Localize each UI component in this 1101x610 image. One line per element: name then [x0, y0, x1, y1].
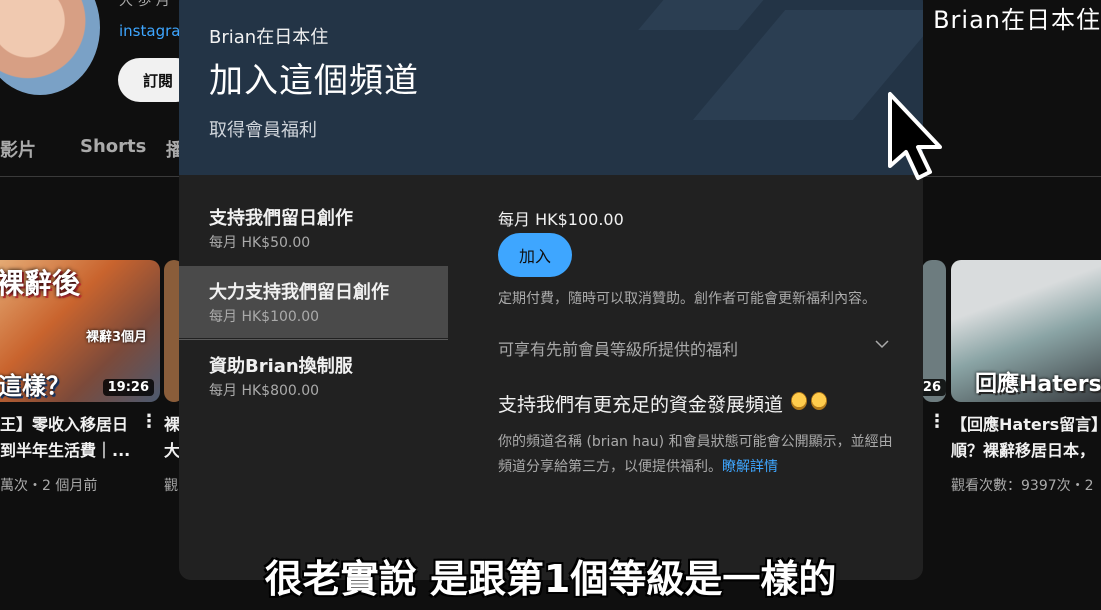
- video-duration: 26: [922, 379, 946, 396]
- emoji-icon: [791, 392, 807, 410]
- video-meta: 觀: [164, 478, 178, 494]
- billing-fine-print: 定期付費，隨時可以取消贊助。創作者可能會更新福利內容。: [498, 291, 876, 307]
- video-title-line2[interactable]: 順？裸辭移居日本，: [951, 438, 1095, 464]
- thumbnail-tag: 裸辭3個月: [86, 330, 148, 345]
- video-thumbnail[interactable]: 裸辭後 裸辭3個月 這樣？ 19:26: [0, 260, 160, 402]
- dialog-channel-name: Brian在日本住: [209, 27, 329, 48]
- video-meta: 觀看次數：9397次・2: [951, 478, 1094, 494]
- tier-price: 每月 HK$100.00: [209, 309, 320, 325]
- more-options-icon[interactable]: ⋮: [928, 411, 946, 432]
- video-thumbnail[interactable]: 26: [922, 260, 946, 402]
- thumbnail-question: 這樣？: [0, 372, 70, 400]
- chevron-down-icon: [875, 340, 889, 349]
- channel-handle: 大 歩 月: [119, 0, 170, 9]
- join-channel-dialog: Brian在日本住 加入這個頻道 取得會員福利 支持我們留日創作 每月 HK$5…: [179, 0, 923, 580]
- overlay-channel-name: Brian在日本住: [933, 6, 1101, 34]
- instagram-link[interactable]: instagra: [119, 22, 180, 40]
- thumbnail-text: 回應Haters: [975, 372, 1101, 397]
- tier-name: 大力支持我們留日創作: [209, 282, 389, 303]
- emoji-icon: [811, 392, 827, 410]
- video-title-line2[interactable]: 大: [164, 438, 180, 464]
- perk-description: 支持我們有更充足的資金發展頻道: [498, 394, 784, 416]
- tier-option-uniform[interactable]: 資助Brian換制服 每月 HK$800.00: [179, 340, 448, 412]
- tier-option-support[interactable]: 支持我們留日創作 每月 HK$50.00: [179, 192, 448, 264]
- selected-tier-price: 每月 HK$100.00: [498, 210, 624, 229]
- mouse-cursor-icon: [888, 92, 942, 180]
- channel-avatar[interactable]: [0, 0, 100, 95]
- tier-option-strong-support[interactable]: 大力支持我們留日創作 每月 HK$100.00: [179, 266, 448, 338]
- dialog-header: Brian在日本住 加入這個頻道 取得會員福利: [179, 0, 923, 175]
- perks-label: 可享有先前會員等級所提供的福利: [498, 340, 739, 359]
- dialog-title: 加入這個頻道: [209, 61, 419, 101]
- privacy-notice: 你的頻道名稱 (brian hau) 和會員狀態可能會公開顯示，並經由頻道分享給…: [498, 430, 898, 480]
- more-options-icon[interactable]: ⋮: [140, 411, 158, 432]
- video-duration: 19:26: [102, 379, 154, 396]
- video-meta: 萬次・2 個月前: [0, 478, 98, 494]
- thumbnail-text: 裸辭後: [0, 267, 81, 300]
- emoji-group: [791, 392, 827, 410]
- video-caption: 很老實說 是跟第1個等級是一樣的: [264, 557, 837, 601]
- video-title[interactable]: 裸: [164, 412, 180, 438]
- tier-name: 資助Brian換制服: [209, 356, 353, 377]
- header-decoration: [638, 0, 772, 30]
- privacy-notice-text: 你的頻道名稱 (brian hau) 和會員狀態可能會公開顯示，並經由頻道分享給…: [498, 434, 893, 475]
- dialog-subtitle: 取得會員福利: [209, 120, 317, 141]
- previous-perks-expander[interactable]: 可享有先前會員等級所提供的福利: [498, 336, 890, 360]
- join-button[interactable]: 加入: [498, 233, 572, 277]
- learn-more-link[interactable]: 瞭解詳情: [722, 459, 778, 475]
- tier-price: 每月 HK$800.00: [209, 383, 320, 399]
- tab-shorts[interactable]: Shorts: [80, 136, 146, 157]
- video-title[interactable]: 【回應Haters留言】: [951, 412, 1101, 438]
- tier-name: 支持我們留日創作: [209, 208, 353, 229]
- video-title[interactable]: 王】零收入移居日: [0, 412, 128, 438]
- video-title-line2[interactable]: 到半年生活費｜...: [0, 438, 130, 464]
- tab-videos[interactable]: 影片: [0, 136, 36, 162]
- tier-price: 每月 HK$50.00: [209, 235, 311, 251]
- video-thumbnail[interactable]: 回應Haters: [951, 260, 1101, 402]
